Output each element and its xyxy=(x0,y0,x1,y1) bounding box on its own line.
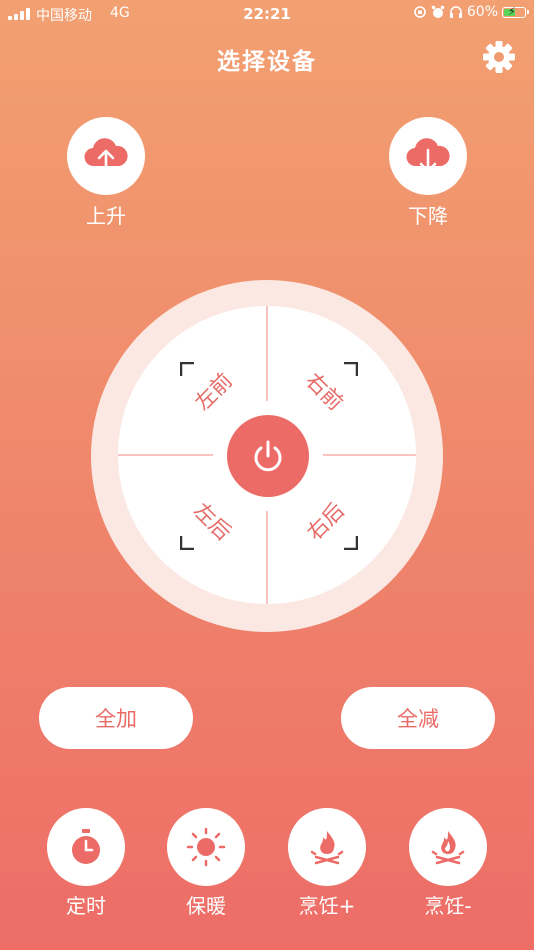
cloud-download-icon xyxy=(406,138,450,173)
lift-down-label: 下降 xyxy=(408,204,448,228)
lift-up-label: 上升 xyxy=(86,204,126,228)
page-title: 选择设备 xyxy=(217,49,317,75)
corner-bracket-icon xyxy=(180,362,194,376)
cook-plus-button[interactable] xyxy=(288,808,366,886)
headphones-icon xyxy=(449,6,462,18)
cook-plus-label: 烹饪+ xyxy=(298,894,356,918)
back-right-button[interactable]: 右后 xyxy=(290,486,360,556)
sun-icon xyxy=(186,827,226,867)
cloud-upload-icon xyxy=(84,138,128,174)
power-icon xyxy=(254,440,282,472)
timer-button[interactable] xyxy=(47,808,125,886)
lift-up-button[interactable] xyxy=(67,117,145,195)
timer-label: 定时 xyxy=(66,894,106,918)
battery-percent: 60% xyxy=(466,4,498,20)
front-left-label: 左前 xyxy=(190,368,238,416)
all-reduce-button[interactable]: 全减 xyxy=(341,687,495,749)
charging-bolt-icon: ⚡ xyxy=(508,4,516,18)
alarm-clock-icon xyxy=(431,5,445,18)
front-left-button[interactable]: 左前 xyxy=(178,356,248,426)
corner-bracket-icon xyxy=(180,536,194,550)
back-right-label: 右后 xyxy=(302,498,350,546)
back-left-button[interactable]: 左后 xyxy=(178,486,248,556)
keep-warm-label: 保暖 xyxy=(186,894,226,918)
corner-bracket-icon xyxy=(344,536,358,550)
lift-down-button[interactable] xyxy=(389,117,467,195)
orientation-lock-icon xyxy=(414,6,426,18)
campfire-icon xyxy=(310,831,344,865)
cook-minus-label: 烹饪- xyxy=(424,894,472,918)
corner-bracket-icon xyxy=(344,362,358,376)
status-icons: 60% ⚡ xyxy=(413,4,529,20)
keep-warm-button[interactable] xyxy=(167,808,245,886)
all-add-button[interactable]: 全加 xyxy=(39,687,193,749)
cook-minus-button[interactable] xyxy=(409,808,487,886)
battery-icon: ⚡ xyxy=(502,4,529,18)
back-left-label: 左后 xyxy=(188,498,236,546)
status-bar: 中国移动 4G 22:21 60% ⚡ xyxy=(0,0,534,28)
gear-icon[interactable] xyxy=(482,40,516,74)
stopwatch-icon xyxy=(72,829,100,864)
front-right-label: 右前 xyxy=(300,368,348,416)
power-button[interactable] xyxy=(227,415,309,497)
campfire-icon xyxy=(431,831,465,865)
front-right-button[interactable]: 右前 xyxy=(290,356,360,426)
